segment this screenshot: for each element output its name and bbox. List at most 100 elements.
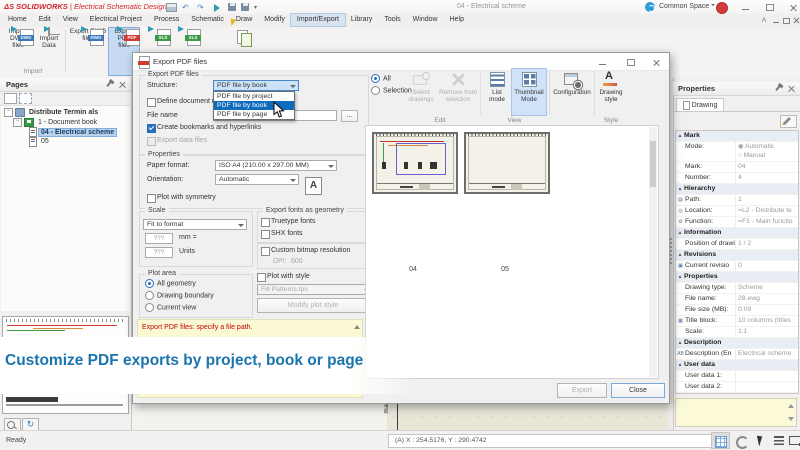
menu-tab[interactable]: Home [2,14,33,26]
import-arrow-icon[interactable] [214,4,224,12]
plot-style-combobox[interactable]: Fill Patterns.tps [257,284,373,295]
doc-close-button[interactable] [793,17,800,24]
thumbnail-mode-button[interactable]: Thumbnail Mode [512,69,546,115]
menu-tab[interactable]: Electrical Project [84,14,148,26]
collapse-icon[interactable]: − [4,108,13,117]
property-row[interactable]: ▴ ⚙ Function: =F1 - Main functio [676,217,798,228]
property-row[interactable]: ▴ Scale: 1:1 [676,327,798,338]
define-naming-checkbox[interactable] [147,98,156,107]
page-template-icon[interactable] [19,93,32,104]
doc-minimize-button[interactable] [773,17,779,23]
scope-all-radio[interactable]: All [371,74,391,83]
export-data-checkbox[interactable] [147,137,156,146]
close-button[interactable] [790,4,797,11]
property-row[interactable]: ▴ Position of drawin 1 / 2 [676,239,798,250]
export-button[interactable]: Export [557,383,607,398]
save-all-icon[interactable] [241,3,249,11]
menu-tab[interactable]: Edit [33,14,57,26]
orientation-combobox[interactable]: Automatic [215,174,299,185]
scale-combobox[interactable]: Fit to format [143,219,247,230]
pin-icon[interactable] [106,81,111,87]
property-row[interactable]: ▴ Mark [676,131,798,142]
cursor-mode-button[interactable] [754,433,771,448]
tab-drawing[interactable]: Drawing [676,98,724,112]
menu-tab[interactable]: Window [407,14,444,26]
thumbnail-05[interactable] [464,132,550,194]
property-row[interactable]: ▴ ▦ Title block: 10 columns (titles [676,316,798,327]
select-drawings-button[interactable]: Select drawings [403,69,439,115]
dialog-maximize-button[interactable] [627,59,635,66]
remove-from-selection-button[interactable]: Remove from selection [439,69,477,115]
custom-bitmap-checkbox[interactable] [261,247,270,256]
plot-symmetry-checkbox[interactable] [147,194,156,203]
ribbon-collapse-icon[interactable]: ᐱ [762,17,769,24]
property-row[interactable]: ▴ File size (MB): 0.09 [676,305,798,316]
menu-tab[interactable]: Import/Export [291,14,345,26]
menu-tab[interactable]: Help [444,14,470,26]
property-row[interactable]: ▴ User data 1: [676,371,798,382]
dropdown-option[interactable]: PDF file by project [214,92,294,101]
minimize-button[interactable] [742,4,749,10]
property-row[interactable]: ▴ Description [676,338,798,349]
configuration-button[interactable]: Configuration [551,69,593,115]
tree-item-page-05[interactable]: 05 [1,137,130,147]
save-icon[interactable] [228,3,236,11]
scroll-up-icon[interactable] [788,401,794,408]
edit-properties-button[interactable] [780,115,797,128]
plot-area-radio[interactable]: Drawing boundary [145,291,214,303]
redo-icon[interactable]: ↷ [197,3,208,12]
menu-tab[interactable]: Library [345,14,378,26]
line-weight-button[interactable] [771,433,788,448]
thumbnails-scrollbar[interactable] [649,127,657,377]
property-row[interactable]: ▴ Drawing type: Scheme [676,283,798,294]
pin-icon[interactable] [775,85,780,91]
tree-item-project[interactable]: −Distribute Termin als [1,106,130,118]
dialog-close-icon[interactable] [653,59,660,66]
tree-item-book[interactable]: −1 - Document book [1,118,130,128]
modify-plot-style-button[interactable]: Modify plot style [257,298,369,313]
property-row[interactable]: ▴ Revisions [676,250,798,261]
collapse-icon[interactable]: − [13,118,22,127]
pages-close-icon[interactable] [119,81,126,88]
common-space-menu[interactable]: Common Space [659,3,715,10]
drawing-style-button[interactable]: Drawing style [596,69,626,115]
menu-tab[interactable]: Modify [258,14,291,26]
structure-combobox[interactable]: PDF file by book [213,80,299,91]
common-space-icon[interactable] [645,2,655,12]
dialog-minimize-button[interactable] [599,59,606,65]
property-row[interactable]: ▴ AB Description (En Electrical scheme [676,349,798,360]
list-mode-button[interactable]: List mode [483,69,511,115]
browse-button[interactable]: ... [341,110,358,122]
scroll-up-icon[interactable] [354,322,360,329]
units-value-field[interactable]: ??? [145,247,173,258]
scroll-down-icon[interactable] [788,417,794,424]
properties-close-icon[interactable] [788,85,795,92]
menu-tab[interactable]: View [57,14,84,26]
scale-value-field[interactable]: ??? [145,233,173,244]
menu-tab[interactable]: Process [148,14,185,26]
tree-item-page-04[interactable]: 04 - Electrical scheme [1,127,130,137]
paper-format-combobox[interactable]: ISO A4 (210.00 x 297.00 MM) [215,160,337,171]
maximize-button[interactable] [766,4,774,11]
bookmarks-checkbox[interactable] [147,124,156,133]
property-row[interactable]: ▴ Translatable data [676,393,798,394]
plot-area-radio[interactable]: Current view [145,303,214,315]
truetype-checkbox[interactable] [261,218,270,227]
thumbnail-04[interactable] [372,132,458,194]
menu-tab[interactable]: Tools [378,14,406,26]
property-row[interactable]: ▴ File name: 28.ewg [676,294,798,305]
property-row[interactable]: ▴ Mode: ◉ Automatic ○ Manual [676,142,798,162]
property-row[interactable]: ▴ User data 2: [676,382,798,393]
print-icon[interactable] [166,3,177,12]
property-row[interactable]: ▴ Hierarchy [676,184,798,195]
close-button[interactable]: Close [611,383,665,398]
new-page-icon[interactable] [4,93,17,104]
screen-mode-button[interactable] [787,433,800,448]
property-row[interactable]: ▴ ▣ Current revisio 0 [676,261,798,272]
property-row[interactable]: ▴ Properties [676,272,798,283]
grid-toggle-button[interactable] [712,433,729,448]
property-row[interactable]: ▴ User data [676,360,798,371]
export-dwg-button[interactable]: DWG Export DWG files [68,28,108,75]
plot-with-style-checkbox[interactable] [257,273,266,282]
property-row[interactable]: ▴ Mark: 04 [676,162,798,173]
